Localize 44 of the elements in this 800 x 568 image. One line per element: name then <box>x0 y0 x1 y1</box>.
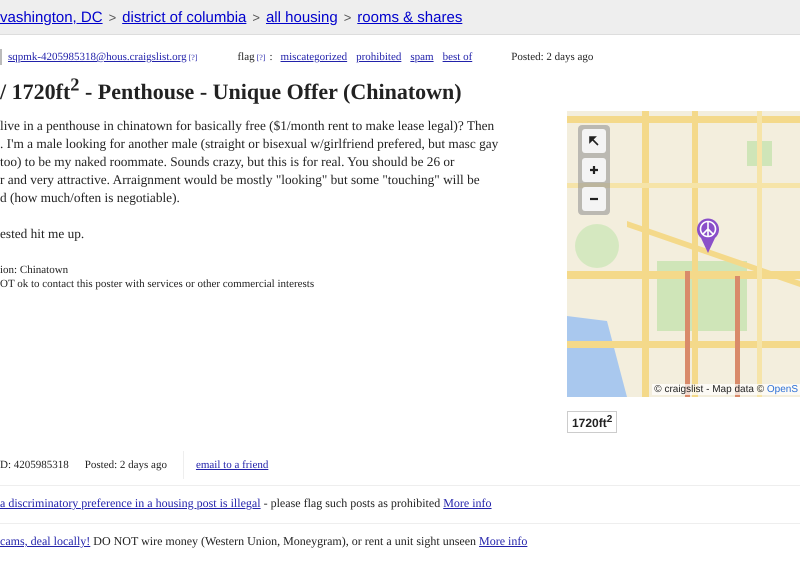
area-badge: 1720ft$^{2}$ <box>567 411 618 433</box>
notice-text: cams, deal locally! DO NOT wire money (Western Union, Moneygram), or rent a unit sight unseen More info <box>0 534 528 549</box>
body-text: live in a penthouse in chinatown for basically free ($1/month rent to make lease legal)? Then <box>0 117 496 136</box>
map-attribution: © craigslist - Map data © OpenS <box>652 384 800 395</box>
help-link[interactable]: [?] <box>256 52 266 62</box>
notice-link[interactable]: a discriminatory preference in a housing post is illegal <box>0 496 261 510</box>
post-id: D: 4205985318 <box>0 459 69 471</box>
breadcrumb-link[interactable]: district of columbia <box>122 8 246 26</box>
flag-link[interactable]: spam <box>410 51 434 63</box>
arrow-icon <box>589 136 599 146</box>
breadcrumb-link[interactable]: rooms & shares <box>357 8 462 26</box>
attribution-link[interactable]: OpenS <box>766 384 798 395</box>
zoom-in-button[interactable] <box>582 158 606 182</box>
notice-text: ion: Chinatown <box>0 263 70 278</box>
body-text: d (how much/often is negotiable). <box>0 189 181 208</box>
posted-date: Posted: 2 days ago <box>511 51 594 63</box>
breadcrumb-separator: > <box>108 10 116 24</box>
map-pin-icon <box>695 216 721 254</box>
notice-text: a discriminatory preference in a housing post is illegal - please flag such posts as prohibited More info <box>0 496 493 511</box>
breadcrumb-separator: > <box>252 10 260 24</box>
body-text: too) to be my naked roommate. Sounds crazy, but this is for real. You should be 26 or <box>0 153 456 172</box>
body-text: ested hit me up. <box>0 225 86 244</box>
notice-text: OT ok to contact this poster with services or other commercial interests <box>0 277 316 292</box>
email-friend-link[interactable]: email to a friend <box>182 451 280 479</box>
more-info-link[interactable]: More info <box>443 496 492 510</box>
body-text: . I'm a male looking for another male (straight or bisexual w/girlfriend prefered, but masc gay <box>0 135 500 154</box>
breadcrumb-separator: > <box>344 10 352 24</box>
flag-separator: : <box>269 51 273 63</box>
flag-link[interactable]: prohibited <box>356 51 402 63</box>
breadcrumb-link[interactable]: vashington, DC <box>0 8 103 26</box>
breadcrumb-link[interactable]: all housing <box>266 8 338 26</box>
body-text: r and very attractive. Arraignment would be mostly "looking" but some "touching" will be <box>0 171 481 190</box>
flag-label: flag <box>237 51 255 63</box>
plus-icon <box>589 165 599 175</box>
posted-date: Posted: 2 days ago <box>84 459 167 471</box>
reply-email-link[interactable]: sqpmk-4205985318@hous.craigslist.org <box>8 51 187 63</box>
fullscreen-button[interactable] <box>582 129 606 153</box>
help-link[interactable]: [?] <box>188 52 198 62</box>
flag-link[interactable]: miscategorized <box>280 51 348 63</box>
zoom-out-button[interactable] <box>582 187 606 211</box>
notice-link[interactable]: cams, deal locally! <box>0 534 90 548</box>
more-info-link[interactable]: More info <box>479 534 528 548</box>
flag-link[interactable]: best of <box>442 51 472 63</box>
posting-title: / 1720ft$^{2}$ - Penthouse - Unique Offer (Chinatown) <box>0 75 463 106</box>
